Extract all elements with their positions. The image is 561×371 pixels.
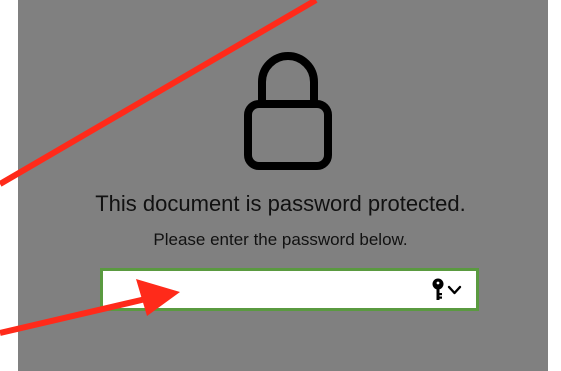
password-field[interactable] [100,268,479,311]
key-icon [432,278,444,300]
password-input[interactable] [107,275,431,306]
chevron-down-icon [447,285,462,295]
password-instructions: Please enter the password below. [153,230,408,249]
lock-icon [242,52,334,172]
password-protected-title: This document is password protected. [95,191,466,216]
password-dialog-screen: This document is password protected. Ple… [0,0,561,371]
password-autofill-button[interactable] [430,277,466,303]
